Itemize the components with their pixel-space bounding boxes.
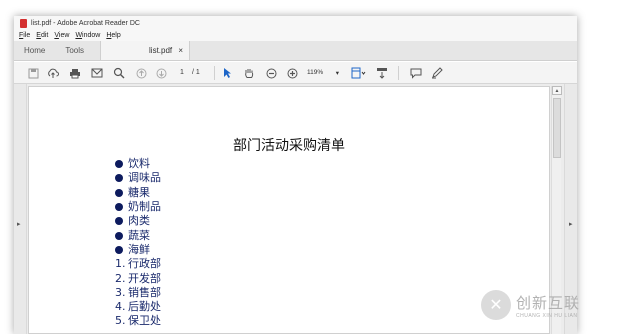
tab-tools[interactable]: Tools (55, 41, 94, 60)
bullet-icon (115, 188, 123, 197)
close-tab-icon[interactable]: × (178, 46, 183, 55)
scroll-thumb[interactable] (553, 98, 561, 158)
document-title: 部门活动采购清单 (233, 138, 345, 154)
acrobat-window: list.pdf - Adobe Acrobat Reader DC File … (14, 16, 577, 334)
menu-window[interactable]: Window (75, 32, 100, 39)
menu-view[interactable]: View (54, 32, 69, 39)
expand-right-icon: ▸ (569, 221, 573, 228)
list-item: 奶制品 (115, 200, 161, 214)
fit-page-icon[interactable] (349, 66, 367, 80)
menu-file[interactable]: File (19, 32, 30, 39)
pen-icon[interactable] (430, 66, 444, 80)
page-down-icon[interactable] (154, 66, 168, 80)
bullet-icon (115, 231, 123, 240)
left-panel-toggle[interactable]: ▸ (14, 84, 27, 334)
watermark-text: 创新互联 CHUANG XIN HU LIAN (516, 292, 580, 319)
list-item: 调味品 (115, 171, 161, 185)
bullet-icon (115, 217, 123, 226)
list-item: 海鲜 (115, 243, 161, 257)
numbered-item: 4. 后勤处 (115, 300, 161, 314)
list-item: 蔬菜 (115, 228, 161, 242)
scroll-mode-icon[interactable] (375, 66, 389, 80)
chevron-down-icon: ▾ (335, 69, 339, 77)
bullet-icon (115, 203, 123, 212)
expand-left-icon: ▸ (17, 221, 21, 228)
window-title: list.pdf - Adobe Acrobat Reader DC (31, 19, 140, 27)
list-item: 肉类 (115, 214, 161, 228)
zoom-value: 119% (307, 69, 324, 76)
numbered-item: 3. 销售部 (115, 285, 161, 299)
page-up-icon[interactable] (134, 66, 148, 80)
bullet-icon (115, 174, 123, 183)
toolbar-divider (214, 66, 215, 80)
numbered-item: 5. 保卫处 (115, 314, 161, 328)
comment-icon[interactable] (409, 66, 423, 80)
menu-bar: File Edit View Window Help (14, 30, 577, 41)
page-total: / 1 (192, 69, 200, 76)
watermark-logo: ✕ (481, 290, 511, 320)
search-icon[interactable] (112, 66, 126, 80)
list-item: 糖果 (115, 186, 161, 200)
watermark-sub: CHUANG XIN HU LIAN (516, 312, 578, 319)
print-icon[interactable] (68, 66, 82, 80)
tab-document[interactable]: list.pdf × (100, 41, 191, 60)
upload-icon[interactable] (46, 66, 60, 80)
tab-document-label: list.pdf (149, 46, 173, 55)
zoom-dropdown[interactable]: 119% ▾ (305, 67, 341, 78)
bullet-icon (115, 160, 123, 169)
numbered-item: 1. 行政部 (115, 257, 161, 271)
scroll-up-icon[interactable]: ▲ (552, 86, 562, 95)
pdf-page: 部门活动采购清单 饮料 调味品 糖果 奶制品 肉类 蔬菜 海鲜 1. 行政部 2.… (28, 86, 550, 334)
toolbar: 1 / 1 119% ▾ (14, 62, 577, 84)
zoom-in-icon[interactable] (285, 66, 299, 80)
list-item: 饮料 (115, 157, 161, 171)
watermark: ✕ 创新互联 CHUANG XIN HU LIAN (481, 289, 617, 321)
menu-help[interactable]: Help (106, 32, 120, 39)
email-icon[interactable] (90, 66, 104, 80)
watermark-main: 创新互联 (516, 293, 581, 312)
tab-bar: Home Tools list.pdf × (14, 41, 577, 61)
zoom-out-icon[interactable] (264, 66, 278, 80)
menu-edit[interactable]: Edit (36, 32, 48, 39)
title-bar: list.pdf - Adobe Acrobat Reader DC (14, 16, 577, 30)
bullet-icon (115, 245, 123, 254)
numbered-item: 2. 开发部 (115, 271, 161, 285)
select-cursor-icon[interactable] (220, 66, 234, 80)
page-number-input[interactable]: 1 (176, 67, 188, 78)
tab-home[interactable]: Home (14, 41, 55, 60)
item-list: 饮料 调味品 糖果 奶制品 肉类 蔬菜 海鲜 1. 行政部 2. 开发部 3. 销售部… (115, 157, 161, 329)
toolbar-divider (398, 66, 399, 80)
hand-tool-icon[interactable] (242, 66, 256, 80)
acrobat-app-icon (20, 18, 27, 28)
save-icon[interactable] (26, 66, 40, 80)
